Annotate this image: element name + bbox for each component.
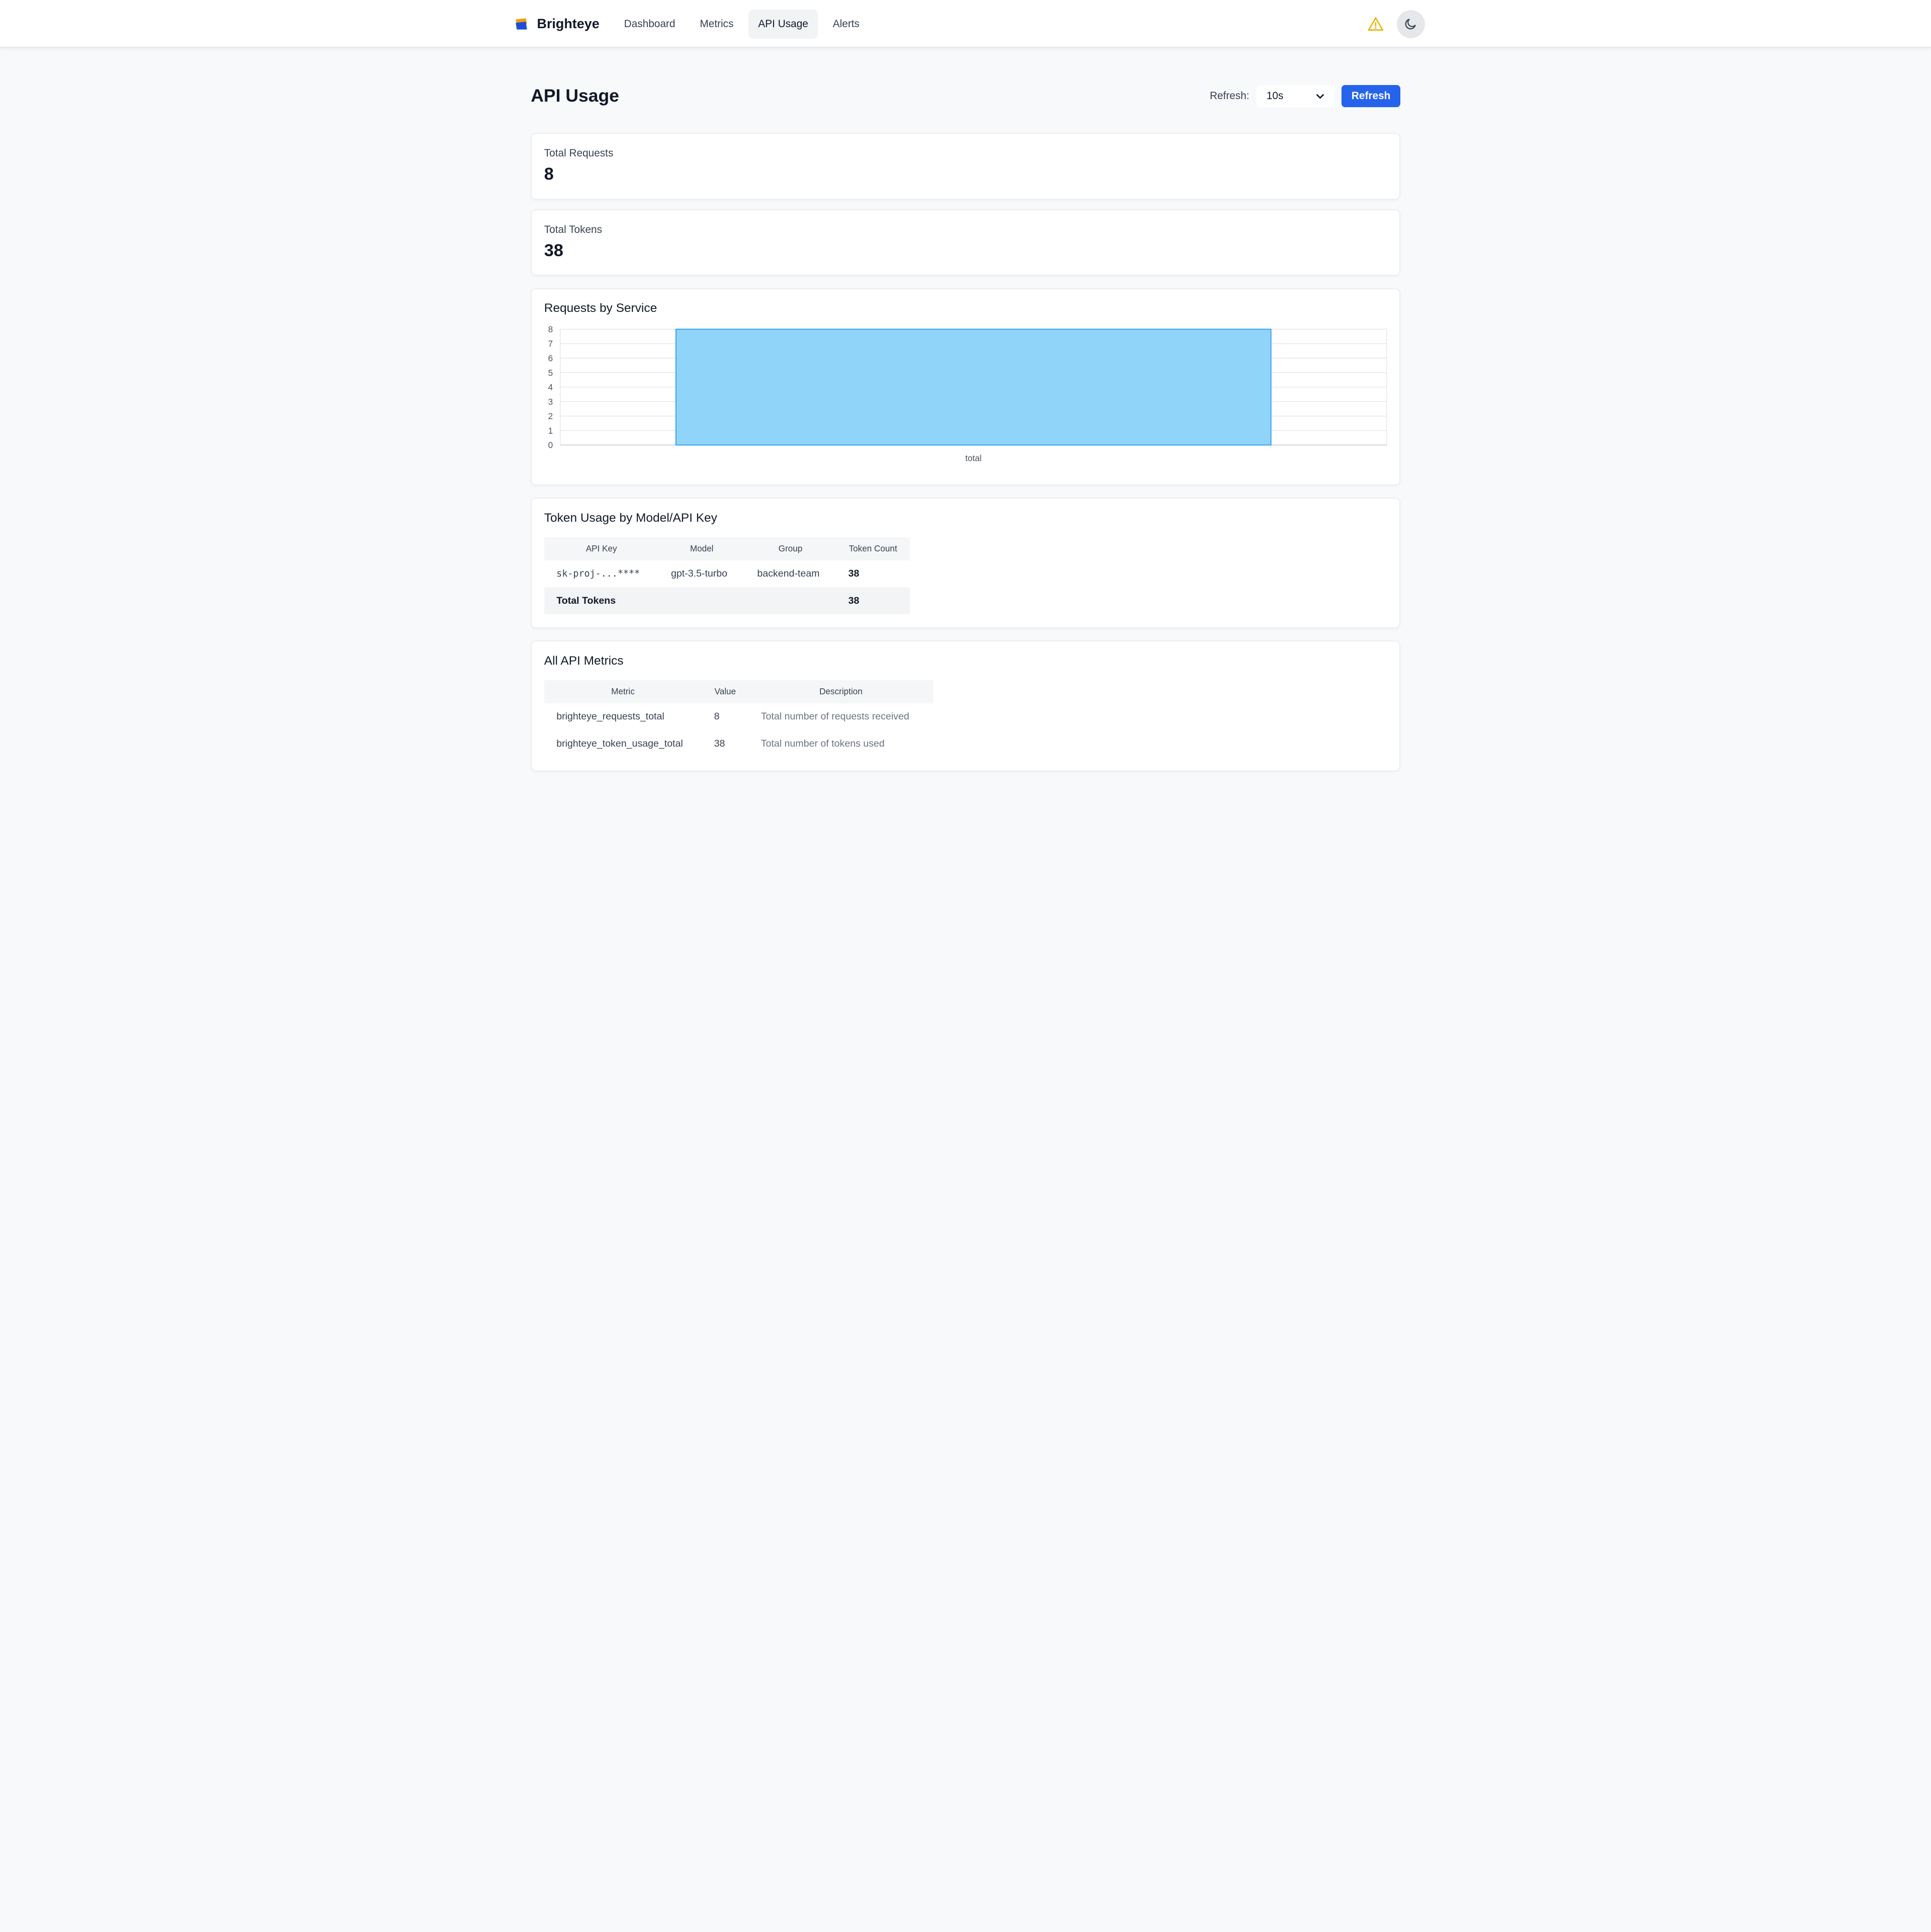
token-usage-table: API Key Model Group Token Count sk-proj-…	[544, 537, 910, 615]
refresh-button[interactable]: Refresh	[1341, 85, 1400, 107]
page: Brighteye Dashboard Metrics API Usage Al…	[0, 0, 1931, 966]
page-title: API Usage	[531, 86, 619, 106]
total-tokens-label: Total Tokens	[544, 224, 603, 236]
y-tick-label: 4	[548, 382, 553, 392]
total-requests-card: Total Requests 8	[531, 133, 1400, 200]
requests-chart-svg: 0 1 2 3 4 5 6 7 8 total	[548, 326, 1387, 463]
total-requests-value: 8	[544, 165, 554, 184]
refresh-interval-value: 10s	[1266, 90, 1284, 102]
warning-triangle-icon[interactable]	[1367, 16, 1384, 33]
column-header-token-count: Token Count	[836, 537, 910, 560]
y-tick-label: 1	[548, 426, 553, 436]
empty-cell	[744, 587, 836, 615]
refresh-controls: Refresh: 10s Refresh	[1210, 85, 1400, 107]
bar-total	[675, 329, 1272, 446]
main-nav: Dashboard Metrics API Usage Alerts	[614, 9, 869, 39]
refresh-label: Refresh:	[1210, 90, 1249, 102]
api-metrics-table: Metric Value Description brighteye_reque…	[544, 680, 934, 757]
column-header-api-key: API Key	[544, 537, 659, 560]
metric-name-cell: brighteye_token_usage_total	[556, 738, 683, 749]
column-header-value: Value	[702, 680, 749, 703]
table-header-row: Metric Value Description	[544, 680, 934, 703]
total-tokens-card: Total Tokens 38	[531, 209, 1400, 276]
y-tick-label: 3	[548, 396, 553, 407]
empty-cell	[658, 587, 745, 615]
chevron-down-icon	[1316, 94, 1324, 99]
total-tokens-label-cell: Total Tokens	[544, 587, 659, 615]
top-navigation-bar: Brighteye Dashboard Metrics API Usage Al…	[0, 0, 1931, 48]
y-tick-label: 6	[548, 353, 553, 363]
all-api-metrics-title: All API Metrics	[544, 654, 624, 668]
total-requests-label: Total Requests	[544, 147, 614, 159]
column-header-description: Description	[748, 680, 934, 703]
table-row: brighteye_requests_total 8 Total number …	[544, 703, 934, 731]
token-usage-title: Token Usage by Model/API Key	[544, 511, 717, 525]
metric-name-cell: brighteye_requests_total	[556, 711, 664, 722]
table-row: sk-proj-...**** gpt-3.5-turbo backend-te…	[544, 560, 910, 588]
requests-chart: 0 1 2 3 4 5 6 7 8 total	[544, 326, 1387, 479]
column-header-group: Group	[744, 537, 836, 560]
column-header-metric: Metric	[544, 680, 702, 703]
brand[interactable]: Brighteye	[515, 16, 600, 32]
nav-item-metrics[interactable]: Metrics	[690, 10, 743, 39]
nav-item-api-usage[interactable]: API Usage	[748, 9, 818, 39]
token-count-cell: 38	[848, 568, 860, 580]
metric-description-cell: Total number of requests received	[761, 711, 909, 722]
y-tick-label: 8	[548, 326, 553, 334]
y-tick-label: 7	[548, 339, 553, 349]
moon-icon	[1405, 19, 1416, 30]
nav-item-dashboard[interactable]: Dashboard	[614, 10, 685, 39]
model-cell: gpt-3.5-turbo	[670, 568, 728, 580]
token-usage-card: Token Usage by Model/API Key API Key Mod…	[531, 498, 1400, 628]
nav-item-alerts[interactable]: Alerts	[823, 10, 869, 39]
y-tick-label: 5	[548, 368, 553, 378]
group-cell: backend-team	[757, 568, 820, 580]
all-api-metrics-card: All API Metrics Metric Value Description…	[531, 640, 1400, 771]
theme-toggle-button[interactable]	[1396, 10, 1425, 38]
y-tick-label: 0	[548, 440, 553, 450]
refresh-interval-select[interactable]: 10s	[1256, 85, 1334, 107]
y-tick-label: 2	[548, 411, 553, 421]
metric-value-cell: 8	[714, 711, 720, 722]
api-key-cell: sk-proj-...****	[556, 569, 640, 580]
column-header-model: Model	[658, 537, 745, 560]
page-header: API Usage Refresh: 10s Refresh	[531, 84, 1400, 108]
total-tokens-value: 38	[544, 240, 563, 260]
table-header-row: API Key Model Group Token Count	[544, 537, 910, 560]
main-content: API Usage Refresh: 10s Refresh Total Req…	[531, 69, 1400, 771]
brighteye-logo-icon	[516, 18, 528, 30]
x-tick-label: total	[965, 453, 981, 463]
requests-by-service-card: Requests by Service 0 1 2 3 4 5 6 7 8 total	[531, 288, 1400, 486]
brand-name: Brighteye	[537, 16, 600, 32]
metric-value-cell: 38	[714, 738, 725, 749]
table-row: brighteye_token_usage_total 38 Total num…	[544, 730, 934, 757]
total-tokens-value-cell: 38	[836, 587, 910, 615]
requests-chart-title: Requests by Service	[544, 301, 657, 315]
total-row: Total Tokens 38	[544, 587, 910, 615]
metric-description-cell: Total number of tokens used	[761, 738, 885, 749]
